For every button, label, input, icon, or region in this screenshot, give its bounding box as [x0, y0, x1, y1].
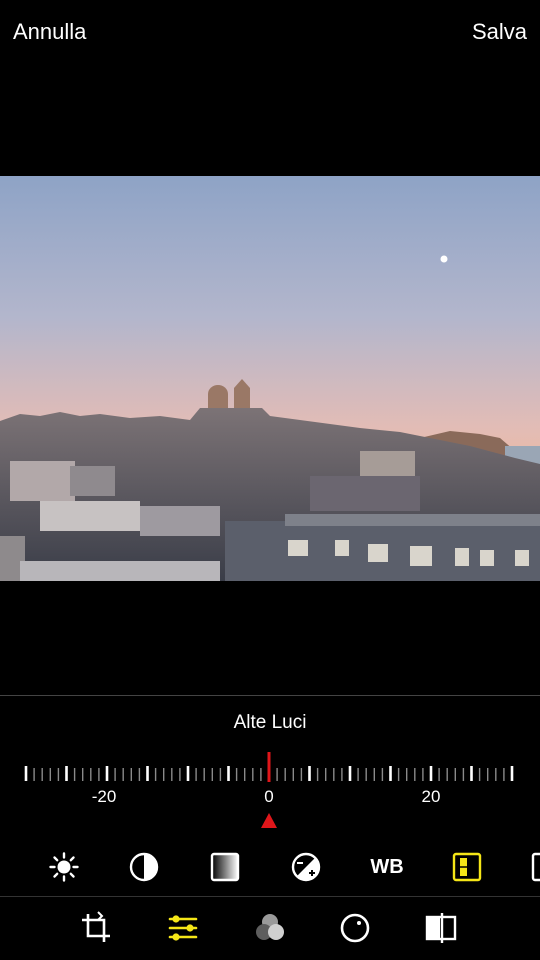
moon — [440, 255, 448, 263]
exposure-tool[interactable] — [288, 849, 324, 885]
white-balance-tool[interactable]: WB — [369, 849, 405, 885]
highlights-tool[interactable] — [449, 849, 485, 885]
divider-top — [0, 695, 540, 696]
saturation-icon — [210, 852, 240, 882]
divider-bottom — [0, 896, 540, 897]
contrast-tool[interactable] — [126, 849, 162, 885]
adjustment-tools: WB — [0, 845, 540, 891]
tab-crop[interactable] — [76, 908, 116, 948]
shadows-tool[interactable] — [528, 849, 540, 885]
brightness-tool[interactable] — [46, 849, 82, 885]
highlights-icon — [452, 852, 482, 882]
cancel-button[interactable]: Annulla — [13, 17, 86, 47]
tab-filters[interactable] — [250, 908, 290, 948]
tab-vignette[interactable] — [335, 908, 375, 948]
compare-icon — [425, 913, 457, 943]
saturation-tool[interactable] — [207, 849, 243, 885]
contrast-icon — [129, 852, 159, 882]
tick-label: 0 — [264, 787, 274, 806]
white-balance-icon: WB — [370, 855, 404, 878]
vignette-icon — [340, 913, 370, 943]
shadows-icon — [531, 852, 540, 882]
crop-icon — [82, 911, 110, 942]
photo-image — [0, 176, 540, 581]
value-pointer — [261, 813, 277, 828]
tick-label: -20 — [91, 787, 117, 806]
photo-preview — [0, 176, 540, 581]
editor-tabs — [0, 902, 540, 960]
top-bar: Annulla Salva — [0, 0, 540, 64]
adjustment-title: Alte Luci — [233, 712, 307, 733]
filters-icon — [256, 914, 284, 940]
adjust-sliders-icon — [168, 915, 198, 941]
exposure-icon — [291, 852, 321, 882]
brightness-icon — [49, 852, 79, 882]
save-button[interactable]: Salva — [472, 17, 527, 47]
tab-adjust[interactable] — [163, 908, 203, 948]
tab-compare[interactable] — [421, 908, 461, 948]
tick-label: 20 — [421, 787, 441, 806]
